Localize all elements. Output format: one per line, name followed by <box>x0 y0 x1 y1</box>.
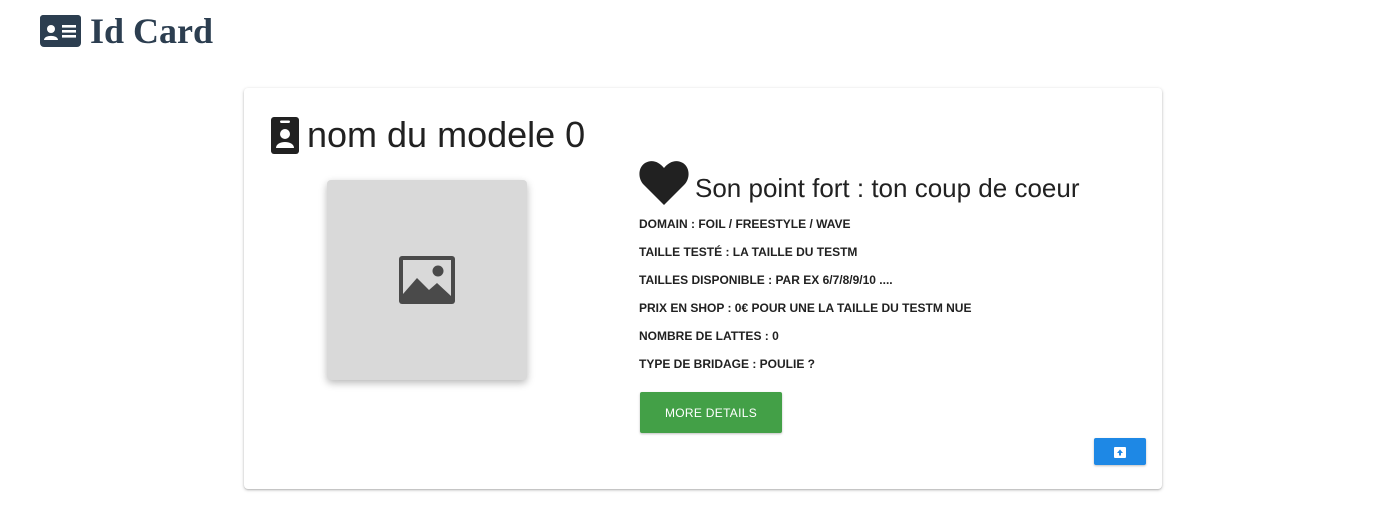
upload-image-button[interactable] <box>1094 438 1146 465</box>
image-icon <box>399 256 455 304</box>
spec-list: DOMAIN : FOIL / FREESTYLE / WAVE TAILLE … <box>639 216 1139 384</box>
page-header: Id Card <box>40 10 213 52</box>
model-name: nom du modele 0 <box>307 114 586 155</box>
strength-heading: Son point fort : ton coup de coeur <box>639 158 1139 206</box>
spec-available-sizes: TAILLES DISPONIBLE : PAR EX 6/7/8/9/10 .… <box>639 273 893 287</box>
spec-shop-price: PRIX EN SHOP : 0€ POUR UNE LA TAILLE DU … <box>639 301 972 315</box>
spec-battens-count: NOMBRE DE LATTES : 0 <box>639 329 779 343</box>
strength-text: Son point fort : ton coup de coeur <box>695 173 1080 203</box>
spec-domain: DOMAIN : FOIL / FREESTYLE / WAVE <box>639 217 851 231</box>
more-details-button[interactable]: MORE DETAILS <box>640 392 782 433</box>
model-title: nom du modele 0 <box>271 115 585 155</box>
id-card-icon <box>40 15 81 47</box>
model-info: Son point fort : ton coup de coeur DOMAI… <box>639 158 1139 384</box>
badge-icon <box>271 116 299 154</box>
spec-binding-type: TYPE DE BRIDAGE : POULIE ? <box>639 357 816 371</box>
page-title: Id Card <box>90 11 214 51</box>
upload-image-icon <box>1114 446 1126 458</box>
heart-icon <box>639 160 689 206</box>
id-card: nom du modele 0 Son point fort : ton cou… <box>244 88 1162 489</box>
model-image-placeholder <box>327 180 527 380</box>
spec-tested-size: TAILLE TESTÉ : LA TAILLE DU TESTM <box>639 245 858 259</box>
